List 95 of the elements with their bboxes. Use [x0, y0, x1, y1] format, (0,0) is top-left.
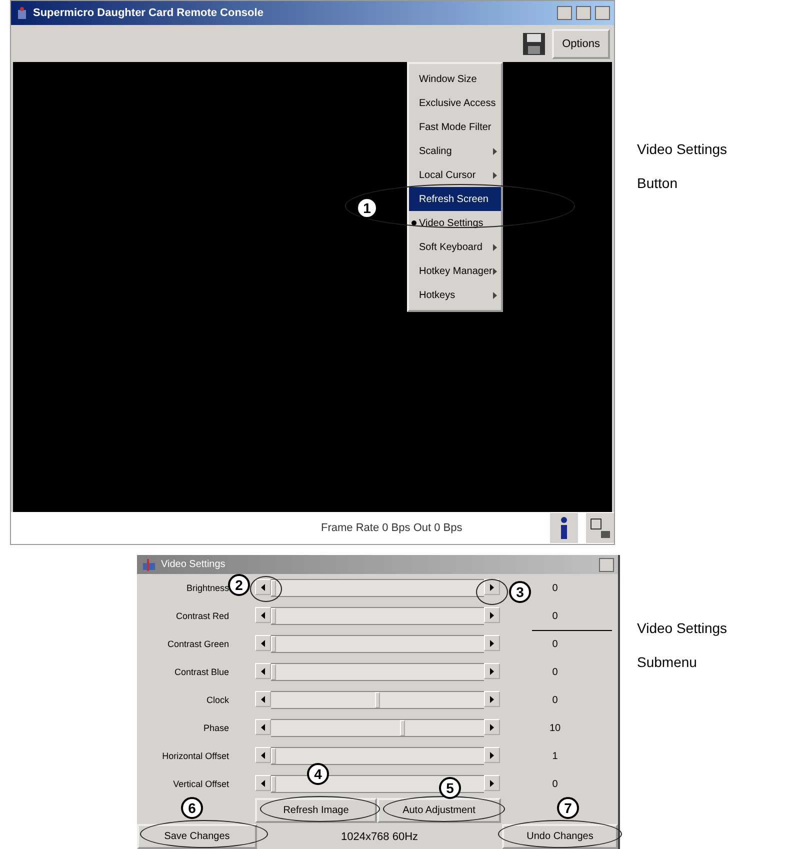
right-arrow-icon — [490, 584, 494, 590]
menu-item[interactable]: Local Cursor — [409, 163, 501, 187]
action-button[interactable]: Refresh Image — [255, 798, 377, 823]
right-arrow-icon — [490, 668, 494, 674]
app-icon — [141, 558, 157, 570]
minimize-button[interactable] — [557, 6, 572, 20]
left-arrow-button[interactable] — [255, 579, 271, 595]
right-arrow-button[interactable] — [484, 719, 500, 735]
menu-item[interactable]: Refresh Screen — [409, 187, 501, 211]
left-arrow-icon — [261, 724, 265, 730]
slider-label: Contrast Red — [176, 611, 229, 621]
highlight-ellipse — [476, 579, 508, 605]
left-arrow-icon — [261, 696, 265, 702]
menu-item[interactable]: Window Size — [409, 67, 501, 91]
callout-text: Video Settings — [637, 620, 728, 636]
options-button[interactable]: Options — [552, 28, 610, 58]
left-arrow-icon — [261, 752, 265, 758]
menu-item[interactable]: Hotkey Manager — [409, 259, 501, 283]
slider-thumb[interactable] — [271, 580, 276, 596]
callout-text: Submenu — [637, 654, 698, 670]
slider-value: 0 — [552, 610, 558, 622]
right-arrow-button[interactable] — [484, 607, 500, 623]
left-arrow-button[interactable] — [255, 775, 271, 791]
slider-label: Vertical Offset — [173, 779, 229, 789]
right-arrow-icon — [490, 752, 494, 758]
check-icon — [411, 220, 417, 226]
slider-thumb[interactable] — [271, 608, 276, 624]
action-button[interactable]: Auto Adjustment — [377, 798, 501, 823]
slider-label: Contrast Green — [167, 639, 229, 649]
slider-thumb[interactable] — [271, 636, 276, 652]
right-arrow-icon — [490, 612, 494, 618]
menu-item[interactable]: Soft Keyboard — [409, 235, 501, 259]
menu-item[interactable]: Exclusive Access — [409, 91, 501, 115]
maximize-button[interactable] — [576, 6, 591, 20]
right-arrow-button[interactable] — [484, 691, 500, 707]
right-arrow-icon — [490, 724, 494, 730]
slider-value: 0 — [552, 694, 558, 706]
slider-value: 0 — [552, 778, 558, 790]
left-arrow-button[interactable] — [255, 607, 271, 623]
slider-label: Contrast Blue — [174, 667, 229, 677]
slider-thumb[interactable] — [271, 776, 276, 792]
slider-value: 0 — [552, 582, 558, 594]
status-text: Frame Rate 0 Bps Out 0 Bps — [321, 522, 464, 534]
dialog-title: Video Settings — [161, 559, 226, 570]
slider-thumb[interactable] — [400, 720, 405, 736]
right-arrow-icon — [490, 696, 494, 702]
submenu-arrow-icon — [493, 148, 497, 154]
left-arrow-button[interactable] — [255, 663, 271, 679]
slider-value: 1 — [552, 750, 558, 762]
slider-thumb[interactable] — [271, 748, 276, 764]
slider-thumb[interactable] — [271, 664, 276, 680]
left-arrow-button[interactable] — [255, 719, 271, 735]
slider-value: 0 — [552, 638, 558, 650]
slider-label: Phase — [203, 723, 229, 733]
menu-item[interactable]: Scaling — [409, 139, 501, 163]
close-button[interactable] — [595, 6, 610, 20]
callout-text: Video Settings — [637, 141, 728, 157]
right-arrow-button[interactable] — [484, 775, 500, 791]
right-arrow-icon — [490, 780, 494, 786]
app-icon — [15, 6, 29, 20]
submenu-arrow-icon — [493, 292, 497, 298]
left-arrow-icon — [261, 780, 265, 786]
menu-item[interactable]: Fast Mode Filter — [409, 115, 501, 139]
highlight-ellipse — [250, 576, 282, 602]
info-icon[interactable] — [550, 513, 578, 543]
right-arrow-button[interactable] — [484, 579, 500, 595]
left-arrow-button[interactable] — [255, 635, 271, 651]
resolution-text: 1024x768 60Hz — [340, 830, 420, 842]
submenu-arrow-icon — [493, 172, 497, 178]
right-arrow-button[interactable] — [484, 747, 500, 763]
left-arrow-icon — [261, 584, 265, 590]
undo-changes-button[interactable]: Undo Changes — [502, 824, 618, 849]
slider-label: Horizontal Offset — [162, 751, 229, 761]
menu-item[interactable]: Hotkeys — [409, 283, 501, 307]
right-arrow-button[interactable] — [484, 663, 500, 679]
slider-value: 10 — [549, 722, 561, 734]
left-arrow-button[interactable] — [255, 691, 271, 707]
left-arrow-button[interactable] — [255, 747, 271, 763]
close-button[interactable] — [599, 558, 614, 572]
right-arrow-button[interactable] — [484, 635, 500, 651]
save-changes-button[interactable]: Save Changes — [137, 824, 257, 849]
submenu-arrow-icon — [493, 244, 497, 250]
right-arrow-icon — [490, 640, 494, 646]
window-title: Supermicro Daughter Card Remote Console — [33, 7, 264, 19]
slider-label: Clock — [206, 695, 229, 705]
resize-grip-icon[interactable] — [586, 513, 614, 543]
left-arrow-icon — [261, 640, 265, 646]
submenu-arrow-icon — [493, 268, 497, 274]
slider-label: Brightness — [186, 583, 229, 593]
left-arrow-icon — [261, 668, 265, 674]
slider-thumb[interactable] — [375, 692, 380, 708]
left-arrow-icon — [261, 612, 265, 618]
callout-text: Button — [637, 175, 678, 191]
slider-value: 0 — [552, 666, 558, 678]
menu-item[interactable]: Video Settings — [409, 211, 501, 235]
